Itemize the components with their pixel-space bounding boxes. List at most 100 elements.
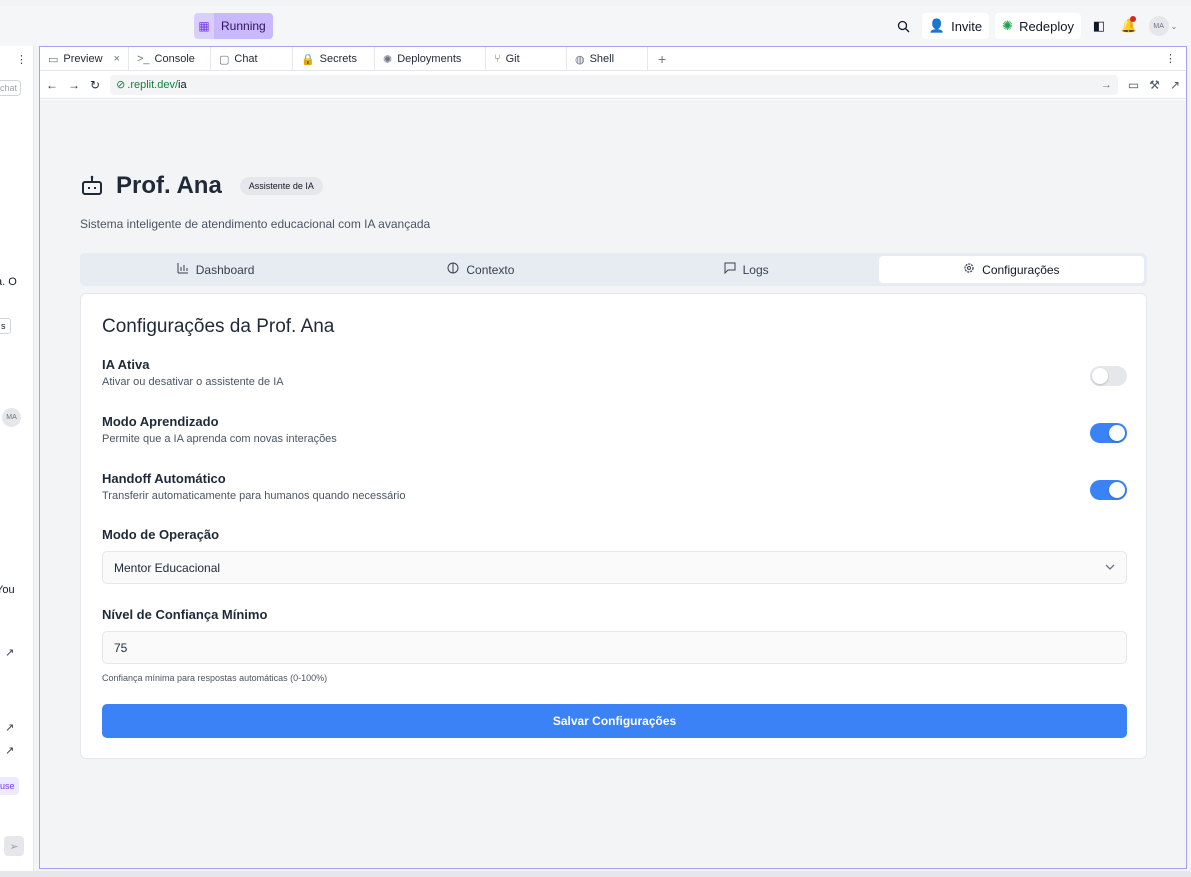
chart-icon [177,262,189,277]
open-external-icon[interactable]: ↗ [5,646,14,659]
layout-icon[interactable]: ◧ [1087,13,1111,39]
tab-deployments[interactable]: ✺ Deployments [375,47,486,71]
setting-label: Handoff Automático [102,471,226,486]
workspace-topbar: ▦ Running 👤 Invite ✺ Redeploy ◧ 🔔 MA ⌄ [0,7,1191,46]
chevron-down-icon [1105,562,1115,573]
devices-icon[interactable]: ▭ [1128,78,1139,92]
tab-label: Git [505,53,520,65]
redeploy-button[interactable]: ✺ Redeploy [995,13,1081,39]
tab-label: Shell [589,53,615,65]
url-host: .replit.dev/ [127,78,179,91]
search-icon[interactable] [892,13,916,39]
setting-label: IA Ativa [102,357,150,372]
tab-chat[interactable]: ▢ Chat [211,47,293,71]
url-input[interactable]: ⊘ .replit.dev/ia → [110,74,1118,95]
lock-icon: 🔒 [300,53,315,66]
new-chat-button[interactable]: chat [0,80,22,96]
setting-label: Modo Aprendizado [102,414,219,429]
deploy-icon: ✺ [1002,18,1014,33]
monitor-icon: ▭ [48,53,59,66]
more-vertical-icon[interactable]: ⋮ [16,53,27,66]
page-header: Prof. Ana Assistente de IA [80,172,323,200]
status-badge: Assistente de IA [239,177,323,195]
invite-button[interactable]: 👤 Invite [921,13,990,39]
wrench-icon[interactable]: ⚒ [1149,78,1160,92]
gear-icon [963,262,975,277]
send-icon[interactable]: ➢ [4,836,24,856]
link-icon: ⊘ [116,79,126,91]
run-status[interactable]: ▦ Running [194,13,273,39]
modo-operacao-select[interactable]: Mentor Educacional [102,551,1127,584]
avatar-initials: MA [1148,16,1169,36]
setting-description: Transferir automaticamente para humanos … [102,490,406,502]
setting-description: Permite que a IA aprenda com novas inter… [102,433,337,445]
setting-ia-ativa: IA Ativa Ativar ou desativar o assistent… [102,357,1127,388]
tab-label: Logs [742,262,769,277]
tab-configuracoes[interactable]: Configurações [878,256,1144,283]
confianca-hint: Confiança mínima para respostas automáti… [102,673,328,683]
tab-contexto[interactable]: Contexto [348,256,613,283]
bottom-strip [0,871,1191,877]
page-title: Prof. Ana [116,172,222,199]
modo-operacao-label: Modo de Operação [102,527,220,542]
tab-console[interactable]: >_ Console [129,47,211,71]
modo-aprendizado-toggle[interactable] [1090,423,1127,443]
settings-card: Configurações da Prof. Ana IA Ativa Ativ… [80,293,1147,759]
setting-handoff: Handoff Automático Transferir automatica… [102,471,1127,502]
forward-arrow-icon[interactable]: → [68,78,80,92]
app-viewport: Prof. Ana Assistente de IA Sistema intel… [40,100,1186,868]
ia-ativa-toggle[interactable] [1090,366,1127,386]
run-status-label: Running [214,13,273,39]
deploy-icon: ✺ [382,53,393,66]
url-path: ia [178,78,187,91]
left-chat-panel: ⋮ chat a. O s MA You ↗ ↗ ↗ use ➢ [0,46,34,877]
handoff-toggle[interactable] [1090,480,1127,500]
notification-bell-icon[interactable]: 🔔 [1117,13,1141,39]
grid-icon: ▦ [194,13,214,39]
section-tabs: Dashboard Contexto Logs Configurações [80,253,1147,286]
tab-logs[interactable]: Logs [614,256,879,283]
workspace-tabs: ▭ Preview × >_ Console ▢ Chat 🔒 Secrets … [40,47,1186,71]
tab-label: Dashboard [195,262,255,277]
git-icon: ⑂ [493,53,501,65]
invite-label: Invite [951,18,983,34]
terminal-icon: >_ [136,53,150,65]
shell-icon: ◍ [574,53,585,66]
back-arrow-icon[interactable]: ← [46,78,58,92]
chat-icon: ▢ [218,53,230,66]
url-bar: ← → ↻ ⊘ .replit.dev/ia → ▭ ⚒ ↗ [40,71,1186,99]
select-value: Mentor Educacional [114,560,221,575]
tab-git[interactable]: ⑂ Git [486,47,567,71]
tab-preview[interactable]: ▭ Preview × [40,47,129,71]
tab-dashboard[interactable]: Dashboard [83,256,348,283]
save-settings-button[interactable]: Salvar Configurações [102,704,1127,738]
settings-title: Configurações da Prof. Ana [102,316,335,337]
use-button[interactable]: use [0,777,19,795]
bot-icon [80,174,104,198]
user-avatar: MA [2,408,21,427]
tab-label: Configurações [982,262,1060,277]
tab-label: Deployments [397,53,462,65]
more-vertical-icon[interactable]: ⋮ [1155,47,1186,70]
reload-icon[interactable]: ↻ [90,78,100,92]
confianca-input[interactable]: 75 [102,631,1127,664]
close-icon[interactable]: × [114,53,120,65]
chat-text-fragment: You [0,584,15,596]
tab-label: Console [154,53,195,65]
open-external-icon[interactable]: ↗ [5,744,14,757]
tab-shell[interactable]: ◍ Shell [567,47,648,71]
chat-chip-fragment[interactable]: s [0,318,11,334]
go-arrow-icon[interactable]: → [1101,79,1112,91]
open-new-tab-icon[interactable]: ↗ [1170,78,1180,92]
preview-pane: ▭ Preview × >_ Console ▢ Chat 🔒 Secrets … [39,46,1187,869]
page-subtitle: Sistema inteligente de atendimento educa… [80,217,431,231]
redeploy-label: Redeploy [1019,18,1074,34]
tab-secrets[interactable]: 🔒 Secrets [293,47,375,71]
chat-text-fragment: a. O [0,276,17,288]
message-icon [724,262,736,277]
add-tab-icon[interactable]: + [648,47,676,70]
open-external-icon[interactable]: ↗ [5,721,14,734]
add-user-icon: 👤 [928,18,946,33]
avatar[interactable]: MA ⌄ [1147,13,1179,39]
setting-modo-aprendizado: Modo Aprendizado Permite que a IA aprend… [102,414,1127,445]
